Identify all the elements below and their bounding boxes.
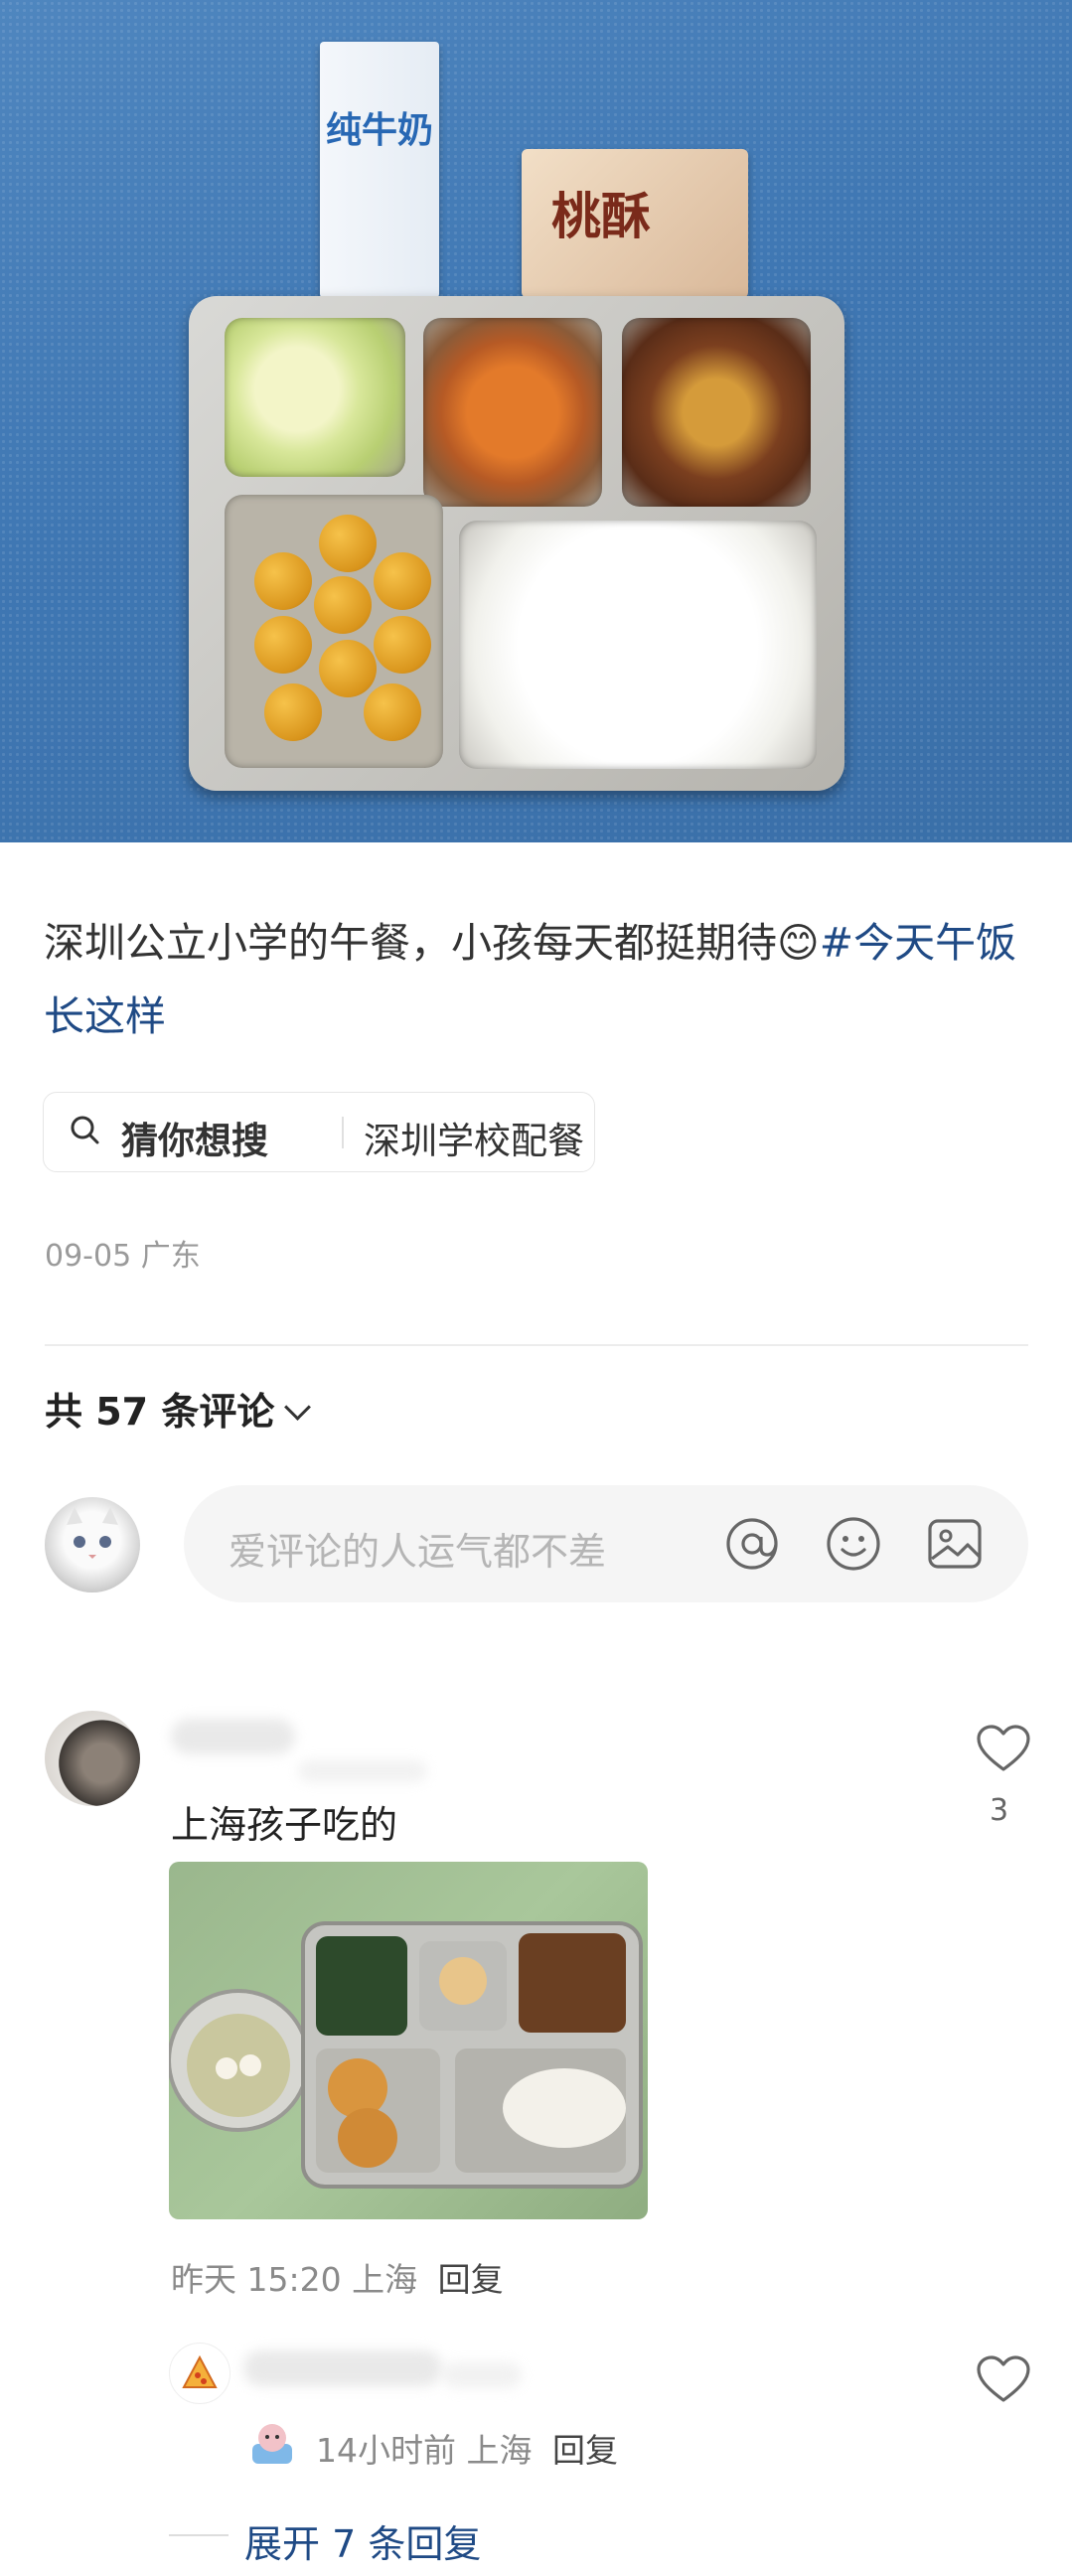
milk-carton: 纯牛奶	[320, 42, 439, 298]
fishball-compartment	[225, 495, 443, 768]
post-photo[interactable]: 纯牛奶 桃酥	[0, 0, 1072, 842]
milk-carton-label: 纯牛奶	[326, 110, 434, 151]
comment-meta: 昨天 15:20 上海 回复	[171, 2253, 504, 2301]
suggested-search-label: 猜你想搜	[121, 1120, 268, 1162]
comment-time: 昨天 15:20	[171, 2260, 342, 2299]
post-caption-text: 深圳公立小学的午餐，小孩每天都挺期待😊	[44, 919, 820, 967]
blurred-badge	[298, 1760, 427, 1782]
current-user-avatar[interactable]	[45, 1497, 140, 1592]
cabbage-compartment	[225, 318, 405, 477]
comment-count-label: 共 57 条评论	[45, 1390, 275, 1434]
post-location: 广东	[140, 1239, 201, 1274]
chevron-down-icon	[284, 1394, 312, 1421]
reply-button[interactable]: 回复	[438, 2260, 504, 2299]
blurred-badge	[442, 2362, 522, 2388]
reply-time: 14小时前	[316, 2431, 456, 2470]
reply-button[interactable]: 回复	[552, 2431, 618, 2470]
reply-location: 上海	[466, 2431, 533, 2470]
image-icon[interactable]	[926, 1515, 984, 1573]
heart-icon[interactable]	[976, 2354, 1031, 2404]
comment-input[interactable]: 爱评论的人运气都不差	[184, 1485, 1028, 1602]
post-date: 09-05	[45, 1239, 132, 1274]
search-icon	[71, 1116, 99, 1144]
like-count: 3	[990, 1793, 1009, 1828]
cat-avatar-image	[67, 1507, 118, 1559]
commenter-avatar[interactable]	[45, 1711, 140, 1806]
heart-icon[interactable]	[976, 1724, 1031, 1773]
snack-package-label: 桃酥	[551, 188, 651, 245]
comment-input-placeholder: 爱评论的人运气都不差	[229, 1530, 607, 1574]
reply-badge-icon	[252, 2424, 292, 2464]
at-icon[interactable]	[723, 1515, 781, 1573]
rice-compartment	[459, 521, 817, 769]
lunch-tray-photo	[169, 1921, 643, 2189]
snack-package: 桃酥	[522, 149, 748, 298]
chip-divider	[342, 1117, 344, 1148]
section-divider	[45, 1344, 1028, 1346]
lunch-tray	[189, 296, 844, 791]
suggested-search-query: 深圳学校配餐	[364, 1120, 584, 1162]
post-caption: 深圳公立小学的午餐，小孩每天都挺期待😊#今天午饭长这样	[44, 906, 1027, 1053]
blurred-username	[243, 2350, 442, 2386]
comment-location: 上海	[352, 2260, 418, 2299]
post-meta: 09-05 广东	[45, 1231, 201, 1275]
expand-divider-line	[169, 2534, 229, 2536]
comment-image[interactable]	[169, 1862, 648, 2219]
expand-replies-button[interactable]: 展开 7 条回复	[244, 2513, 481, 2568]
comment-count-toggle[interactable]: 共 57 条评论	[45, 1381, 312, 1436]
reply-avatar[interactable]	[169, 2343, 230, 2404]
reply-meta: 14小时前 上海 回复	[316, 2424, 618, 2472]
comment-text: 上海孩子吃的	[171, 1803, 398, 1847]
suggested-search-chip[interactable]: 猜你想搜 深圳学校配餐	[43, 1092, 595, 1172]
braised-pork-compartment	[622, 318, 811, 507]
emoji-icon[interactable]	[825, 1515, 882, 1573]
pizza-avatar-image	[182, 2354, 218, 2388]
blurred-username	[171, 1719, 295, 1754]
carrot-meat-compartment	[423, 318, 602, 507]
